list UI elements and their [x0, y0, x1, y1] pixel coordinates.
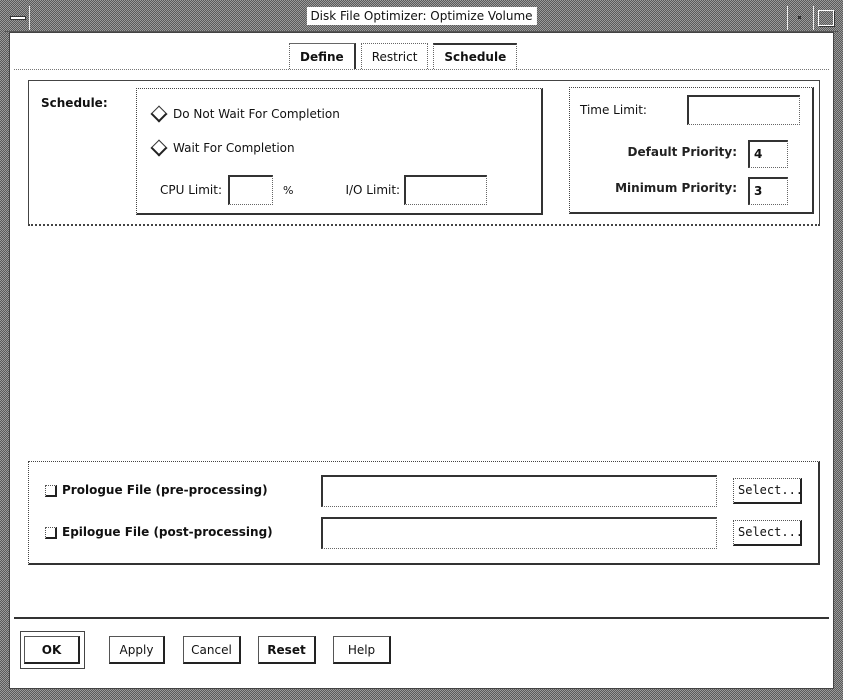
- minimize-icon: [798, 16, 801, 19]
- time-limit-input[interactable]: [687, 95, 800, 125]
- tab-bar: Define Restrict Schedule: [289, 43, 518, 69]
- radio-diamond-icon: [150, 139, 168, 157]
- title-bar[interactable]: Disk File Optimizer: Optimize Volume: [4, 4, 839, 32]
- apply-button[interactable]: Apply: [109, 636, 165, 664]
- minimize-button[interactable]: [787, 6, 811, 30]
- io-limit-label: I/O Limit:: [345, 183, 401, 197]
- epilogue-select-button[interactable]: Select...: [733, 520, 803, 546]
- radio-label: Wait For Completion: [173, 141, 295, 155]
- default-priority-label: Default Priority:: [627, 145, 737, 159]
- epilogue-file-row: Epilogue File (post-processing) Select..…: [29, 517, 818, 549]
- prologue-file-label: Prologue File (pre-processing): [62, 483, 268, 497]
- processing-files-section: Prologue File (pre-processing) Select...…: [28, 461, 820, 565]
- radio-diamond-icon: [150, 105, 168, 123]
- ok-button[interactable]: OK: [24, 636, 80, 664]
- window-frame: Disk File Optimizer: Optimize Volume Def…: [0, 0, 843, 700]
- tab-schedule[interactable]: Schedule: [433, 43, 518, 69]
- help-button[interactable]: Help: [333, 636, 391, 664]
- cpu-limit-label: CPU Limit:: [160, 183, 223, 197]
- radio-do-not-wait[interactable]: Do Not Wait For Completion: [150, 105, 340, 123]
- default-priority-input[interactable]: 4: [748, 140, 788, 168]
- epilogue-file-checkbox[interactable]: [45, 527, 57, 539]
- tab-define[interactable]: Define: [289, 43, 356, 69]
- window-title: Disk File Optimizer: Optimize Volume: [306, 7, 537, 25]
- radio-wait[interactable]: Wait For Completion: [150, 139, 295, 157]
- reset-button[interactable]: Reset: [258, 636, 316, 664]
- tab-divider: [14, 69, 829, 70]
- window-menu-icon: [10, 16, 26, 20]
- maximize-button[interactable]: [813, 6, 837, 30]
- time-limit-label: Time Limit:: [580, 103, 647, 117]
- prologue-file-input[interactable]: [321, 475, 717, 507]
- maximize-icon: [818, 10, 834, 26]
- prologue-select-button[interactable]: Select...: [733, 478, 803, 504]
- prologue-file-row: Prologue File (pre-processing) Select...: [29, 475, 818, 507]
- button-bar-divider: [14, 617, 829, 619]
- minimum-priority-input[interactable]: 3: [748, 177, 788, 205]
- dialog-body: Define Restrict Schedule Schedule: Do No…: [9, 32, 834, 689]
- limits-row: CPU Limit: % I/O Limit:: [160, 175, 488, 205]
- io-limit-input[interactable]: [404, 175, 488, 205]
- completion-options-box: Do Not Wait For Completion Wait For Comp…: [136, 88, 543, 215]
- cpu-limit-input[interactable]: [228, 175, 274, 205]
- priority-box: Time Limit: Default Priority: 4 Minimum …: [569, 87, 814, 214]
- minimum-priority-label: Minimum Priority:: [615, 181, 737, 195]
- prologue-file-checkbox[interactable]: [45, 485, 57, 497]
- cancel-button[interactable]: Cancel: [183, 636, 241, 664]
- window-menu-button[interactable]: [6, 6, 30, 30]
- radio-label: Do Not Wait For Completion: [173, 107, 340, 121]
- epilogue-file-input[interactable]: [321, 517, 717, 549]
- epilogue-file-label: Epilogue File (post-processing): [62, 525, 273, 539]
- cpu-limit-unit: %: [283, 183, 294, 197]
- tab-restrict[interactable]: Restrict: [360, 43, 429, 69]
- schedule-section: Schedule: Do Not Wait For Completion Wai…: [28, 80, 820, 226]
- schedule-label: Schedule:: [41, 96, 108, 110]
